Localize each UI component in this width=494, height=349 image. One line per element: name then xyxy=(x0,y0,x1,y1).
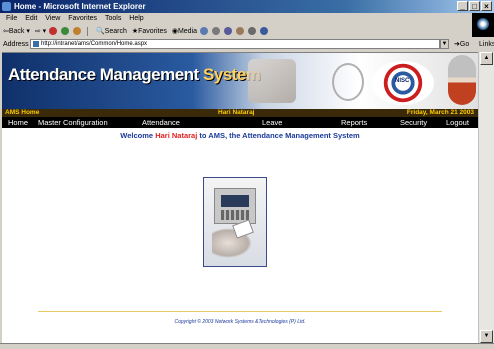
media-button[interactable]: ◉Media xyxy=(172,28,197,35)
vertical-scrollbar[interactable]: ▲ ▼ xyxy=(478,52,494,343)
welcome-message: Welcome Hari Nataraj to AMS, the Attenda… xyxy=(2,131,478,140)
page-viewport: Attendance Management System NISC AMS Ho… xyxy=(2,52,478,344)
toolbar-separator xyxy=(87,26,88,36)
nav-master-configuration[interactable]: Master Configuration xyxy=(38,117,108,128)
favorites-label: Favorites xyxy=(138,28,167,35)
seal-text: NISC xyxy=(395,78,410,84)
welcome-name: Hari Nataraj xyxy=(155,131,198,140)
refresh-icon[interactable] xyxy=(61,27,70,36)
nav-home[interactable]: Home xyxy=(8,117,28,128)
title-bar: Home - Microsoft Internet Explorer _ □ × xyxy=(0,0,494,13)
device-keypad xyxy=(221,210,249,220)
favorites-button[interactable]: ★Favorites xyxy=(132,28,167,35)
nav-security[interactable]: Security xyxy=(400,117,427,128)
welcome-prefix: Welcome xyxy=(120,131,154,140)
back-button[interactable]: ⇦Back ▾ xyxy=(3,28,30,35)
current-date: Friday, March 21 2003 xyxy=(406,109,474,116)
search-button[interactable]: 🔍Search xyxy=(96,28,127,35)
address-url: http://intranet/ams/Common/Home.aspx xyxy=(41,41,148,47)
menu-file[interactable]: File xyxy=(6,15,17,22)
banner-key-image xyxy=(332,63,364,101)
card-reader-device xyxy=(214,188,256,224)
page-icon xyxy=(33,41,39,47)
banner-hand-image xyxy=(248,59,296,103)
discuss-icon[interactable] xyxy=(247,27,256,36)
menu-help[interactable]: Help xyxy=(129,15,143,22)
site-banner: Attendance Management System NISC xyxy=(2,53,478,109)
mail-icon[interactable] xyxy=(211,27,220,36)
maximize-button[interactable]: □ xyxy=(469,1,480,11)
go-button[interactable]: ➜Go xyxy=(454,38,469,51)
windows-throbber-icon xyxy=(472,13,494,37)
go-label: Go xyxy=(459,41,470,48)
footer-divider xyxy=(38,311,442,312)
minimize-button[interactable]: _ xyxy=(457,1,468,11)
close-button[interactable]: × xyxy=(481,1,492,11)
window-title: Home - Microsoft Internet Explorer xyxy=(14,2,146,11)
menu-favorites[interactable]: Favorites xyxy=(68,15,97,22)
menu-edit[interactable]: Edit xyxy=(25,15,37,22)
home-icon[interactable] xyxy=(73,27,82,36)
stop-icon[interactable] xyxy=(49,27,58,36)
scroll-down-icon[interactable]: ▼ xyxy=(480,330,493,343)
search-label: Search xyxy=(104,28,127,35)
edit-icon[interactable] xyxy=(235,27,244,36)
back-label: Back xyxy=(8,28,25,35)
site-title: Attendance Management System xyxy=(8,65,261,85)
banner-clock-image xyxy=(448,55,476,105)
section-label: AMS Home xyxy=(5,109,40,116)
device-screen xyxy=(221,195,249,207)
history-icon[interactable] xyxy=(199,27,208,36)
company-seal-logo: NISC xyxy=(372,61,434,105)
status-bar xyxy=(0,343,494,349)
nav-attendance[interactable]: Attendance xyxy=(142,117,180,128)
print-icon[interactable] xyxy=(223,27,232,36)
browser-window: Home - Microsoft Internet Explorer _ □ ×… xyxy=(0,0,494,349)
main-nav: Home Master Configuration Attendance Lea… xyxy=(2,117,478,128)
info-bar: AMS Home Hari Nataraj Friday, March 21 2… xyxy=(2,109,478,117)
window-controls: _ □ × xyxy=(457,1,492,11)
attendance-device-image xyxy=(203,177,267,267)
address-bar: Address http://intranet/ams/Common/Home.… xyxy=(0,38,494,51)
site-title-part1: Attendance Management xyxy=(8,65,199,84)
forward-button[interactable]: ⇨ ▾ xyxy=(35,28,46,35)
user-name: Hari Nataraj xyxy=(218,109,255,116)
links-button[interactable]: Links xyxy=(479,38,494,51)
nav-reports[interactable]: Reports xyxy=(341,117,367,128)
address-label: Address xyxy=(3,41,29,48)
copyright-text: Copyright © 2003 Network Systems &Techno… xyxy=(174,319,306,325)
media-label: Media xyxy=(177,28,198,35)
address-input[interactable]: http://intranet/ams/Common/Home.aspx xyxy=(30,39,440,49)
scroll-up-icon[interactable]: ▲ xyxy=(480,52,493,65)
address-dropdown-icon[interactable]: ▼ xyxy=(440,39,449,49)
nav-leave[interactable]: Leave xyxy=(262,117,282,128)
toolbar: ⇦Back ▾ ⇨ ▾ 🔍Search ★Favorites ◉Media xyxy=(0,25,472,38)
messenger-icon[interactable] xyxy=(259,27,268,36)
menu-tools[interactable]: Tools xyxy=(105,15,121,22)
nav-logout[interactable]: Logout xyxy=(446,117,469,128)
menu-view[interactable]: View xyxy=(45,15,60,22)
welcome-suffix: to AMS, the Attendance Management System xyxy=(199,131,360,140)
menu-bar: File Edit View Favorites Tools Help xyxy=(0,13,494,37)
ie-logo-icon xyxy=(2,2,11,11)
